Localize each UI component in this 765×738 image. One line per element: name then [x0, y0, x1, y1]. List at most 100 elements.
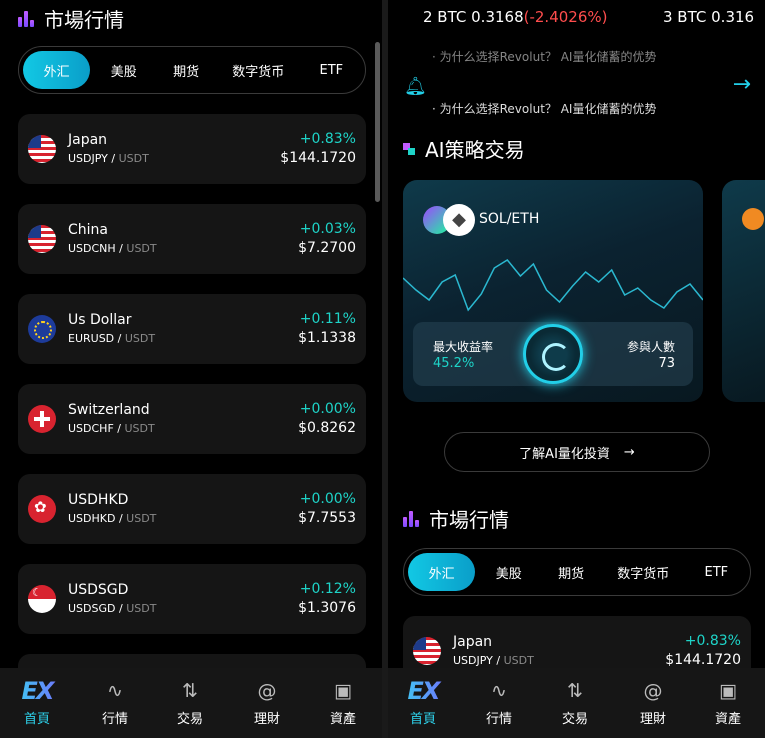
nav-assets[interactable]: ▣ 資產: [308, 678, 378, 727]
item-change: +0.11%: [299, 311, 356, 327]
wallet-icon: ▣: [334, 680, 352, 702]
bell-icon: 🔔︎: [404, 76, 427, 97]
tab-us-stocks[interactable]: 美股: [90, 51, 157, 89]
nav-market[interactable]: ∿ 行情: [464, 678, 534, 727]
nav-label: 資產: [714, 712, 741, 727]
pulse-icon: ∿: [107, 680, 123, 702]
nav-wealth[interactable]: @ 理財: [232, 678, 302, 727]
ai-strategy-card[interactable]: ◆ SOL/ETH 最大收益率 45.2% 参與人數 73: [403, 180, 703, 402]
wealth-icon: @: [643, 680, 663, 702]
nav-label: 資產: [329, 712, 356, 727]
max-return-label: 最大收益率: [433, 340, 494, 354]
item-pair: USDHKD / USDT: [68, 512, 157, 525]
logo-icon: EX: [388, 678, 458, 704]
nav-trade[interactable]: ⇅ 交易: [155, 678, 225, 727]
market-tabs: 外汇 美股 期货 数字货币 ETF: [18, 46, 366, 94]
item-name: Japan: [453, 634, 493, 650]
ai-pair: SOL/ETH: [479, 211, 540, 227]
item-name: Switzerland: [68, 402, 150, 418]
ticker-change: (-2.4026%): [523, 8, 608, 26]
list-item[interactable]: USDSGD USDSGD / USDT +0.12% $1.3076: [18, 564, 366, 634]
tab-futures[interactable]: 期货: [157, 51, 214, 89]
hk-flag-icon: [28, 495, 56, 523]
market-tabs: 外汇 美股 期货 数字货币 ETF: [403, 548, 751, 596]
tab-futures[interactable]: 期货: [542, 553, 599, 591]
list-item[interactable]: Switzerland USDCHF / USDT +0.00% $0.8262: [18, 384, 366, 454]
item-pair: EURUSD / USDT: [68, 332, 156, 345]
learn-button-label: 了解AI量化投資: [519, 446, 610, 462]
tab-crypto[interactable]: 数字货币: [215, 51, 302, 89]
swap-icon: ⇅: [182, 680, 198, 702]
item-price: $144.1720: [665, 652, 741, 668]
logo-icon: EX: [2, 678, 72, 704]
item-change: +0.83%: [299, 131, 356, 147]
tab-forex[interactable]: 外汇: [408, 553, 476, 591]
nav-label: 行情: [101, 712, 128, 727]
item-price: $7.2700: [298, 240, 356, 256]
tab-crypto[interactable]: 数字货币: [600, 553, 687, 591]
nav-label: 理財: [639, 712, 666, 727]
swap-icon: ⇅: [567, 680, 583, 702]
tab-forex[interactable]: 外汇: [23, 51, 91, 89]
item-price: $7.7553: [298, 510, 356, 526]
item-change: +0.83%: [684, 633, 741, 649]
max-return-value: 45.2%: [433, 356, 475, 371]
ai-orb-icon: [523, 324, 583, 384]
ticker-text: 2 BTC 0.3168: [423, 8, 524, 26]
nav-assets[interactable]: ▣ 資產: [693, 678, 763, 727]
list-item[interactable]: Us Dollar EURUSD / USDT +0.11% $1.1338: [18, 294, 366, 364]
ticker-right: 3 BTC 0.316: [663, 8, 755, 26]
ticker-left: 2 BTC 0.3168(-2.4026%): [423, 8, 607, 26]
nav-label: 首頁: [23, 712, 50, 727]
item-pair: USDSGD / USDT: [68, 602, 157, 615]
sparkline-chart: [403, 259, 703, 312]
eu-flag-icon: [28, 315, 56, 343]
ch-flag-icon: [28, 405, 56, 433]
arrow-right-icon[interactable]: →: [733, 72, 751, 97]
sg-flag-icon: [28, 585, 56, 613]
coin-icon: [742, 208, 764, 230]
us-flag-icon: [413, 637, 441, 665]
ai-strategy-card-next[interactable]: [722, 180, 765, 402]
learn-ai-button[interactable]: 了解AI量化投資 →: [444, 432, 710, 472]
item-change: +0.00%: [299, 491, 356, 507]
nav-trade[interactable]: ⇅ 交易: [540, 678, 610, 727]
ai-title-text: AI策略交易: [425, 138, 525, 162]
tab-etf[interactable]: ETF: [302, 51, 361, 89]
nav-wealth[interactable]: @ 理財: [618, 678, 688, 727]
item-name: USDSGD: [68, 582, 129, 598]
list-item[interactable]: USDHKD USDHKD / USDT +0.00% $7.7553: [18, 474, 366, 544]
item-change: +0.00%: [299, 401, 356, 417]
nav-label: 首頁: [409, 712, 436, 727]
participants-label: 参與人數: [626, 340, 675, 354]
us-flag-icon: [28, 135, 56, 163]
left-screen: 市場行情 外汇 美股 期货 数字货币 ETF Japan USDJPY / USD…: [0, 0, 382, 738]
scrollbar[interactable]: [375, 42, 380, 202]
ai-squares-icon: [403, 142, 415, 155]
nav-label: 交易: [176, 712, 203, 727]
tab-us-stocks[interactable]: 美股: [475, 553, 542, 591]
arrow-right-icon: →: [623, 444, 635, 460]
nav-label: 交易: [561, 712, 588, 727]
item-name: Japan: [68, 132, 108, 148]
notice-item[interactable]: · 为什么选择Revolut？ AI量化储蓄的优势: [432, 48, 656, 65]
nav-home[interactable]: EX 首頁: [388, 678, 458, 727]
item-pair: USDCHF / USDT: [68, 422, 155, 435]
market-section-title: 市場行情: [403, 504, 509, 533]
wallet-icon: ▣: [719, 680, 737, 702]
nav-market[interactable]: ∿ 行情: [80, 678, 150, 727]
list-item[interactable]: Japan USDJPY / USDT +0.83% $144.1720: [18, 114, 366, 184]
item-price: $1.1338: [298, 330, 356, 346]
right-screen: 2 BTC 0.3168(-2.4026%) 3 BTC 0.316 · 为什么…: [388, 0, 765, 738]
item-price: $144.1720: [280, 150, 356, 166]
wealth-icon: @: [257, 680, 277, 702]
notice-item[interactable]: · 为什么选择Revolut？ AI量化储蓄的优势: [432, 100, 656, 117]
participants-value: 73: [658, 356, 675, 371]
tab-etf[interactable]: ETF: [687, 553, 746, 591]
chart-bars-icon: [403, 510, 419, 527]
item-pair: USDCNH / USDT: [68, 242, 157, 255]
nav-home[interactable]: EX 首頁: [2, 678, 72, 727]
item-price: $1.3076: [298, 600, 356, 616]
item-name: Us Dollar: [68, 312, 132, 328]
list-item[interactable]: China USDCNH / USDT +0.03% $7.2700: [18, 204, 366, 274]
